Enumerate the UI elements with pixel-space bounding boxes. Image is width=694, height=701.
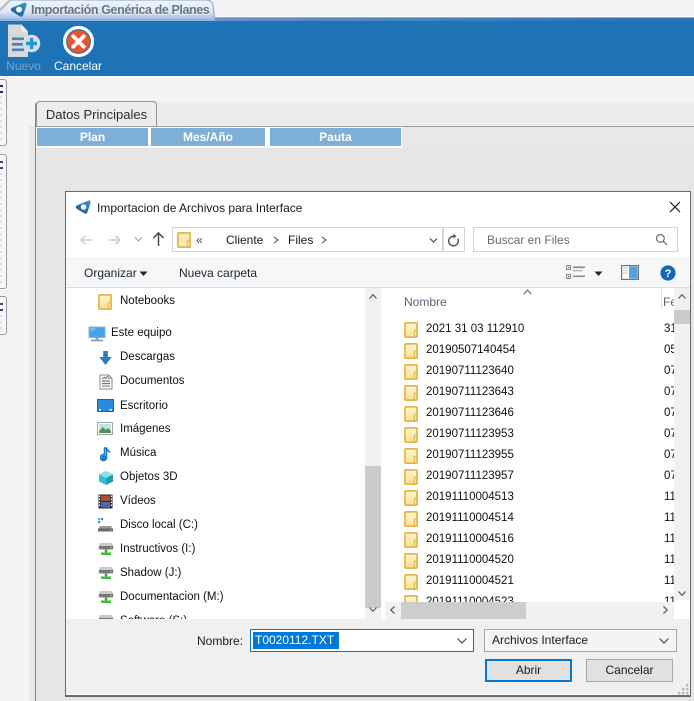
svg-text:?: ? [665,268,672,280]
